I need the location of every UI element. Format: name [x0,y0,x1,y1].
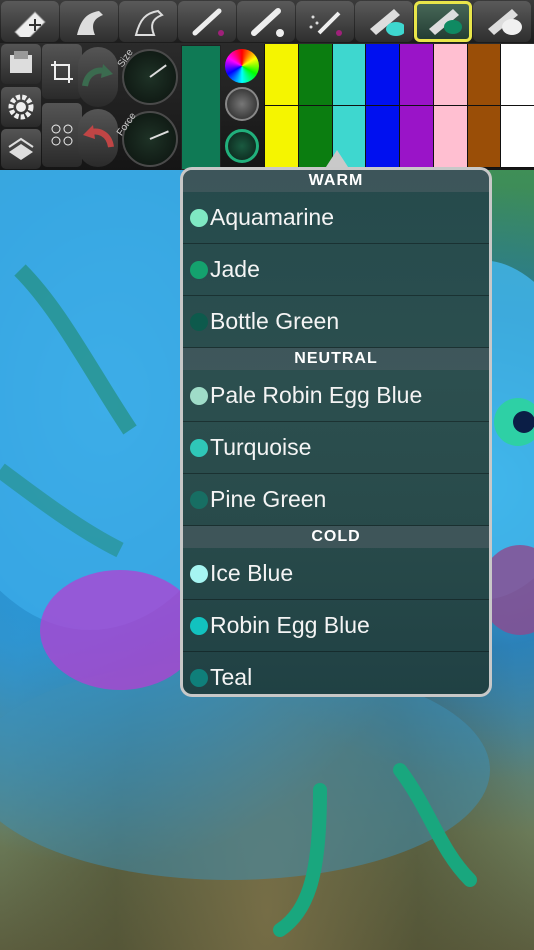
force-dial-needle [149,130,169,140]
color-item-bottle-green[interactable]: Bottle Green [183,296,489,348]
section-header-neutral: NEUTRAL [183,348,489,370]
color-name: Jade [210,256,260,282]
color-item-robin-egg-blue[interactable]: Robin Egg Blue [183,600,489,652]
color-dot [190,386,208,405]
palette-swatch[interactable] [433,44,467,106]
crop-icon[interactable] [42,44,82,99]
color-name: Pale Robin Egg Blue [210,382,423,408]
palette-swatch[interactable] [467,106,501,168]
color-item-ice-blue[interactable]: Ice Blue [183,548,489,600]
pencil-icon[interactable] [178,1,236,42]
size-dial-needle [149,64,167,78]
hue-wheel-icon[interactable] [225,49,259,83]
color-dot [190,564,208,583]
color-name: Turquoise [210,434,312,460]
gallery-icon[interactable] [1,44,41,84]
eraser-add-icon[interactable] [1,1,59,42]
color-name: Bottle Green [210,308,340,334]
color-dot [190,208,208,227]
color-item-pine-green[interactable]: Pine Green [183,474,489,526]
color-name: Pine Green [210,486,327,512]
palette-swatch[interactable] [366,106,399,168]
palette-swatch[interactable] [501,44,534,106]
color-dot [190,312,208,331]
color-dot [190,260,208,279]
smudge-hand-outline-icon[interactable] [119,1,177,42]
tool-bar [0,0,534,43]
section-header-cold: COLD [183,526,489,548]
color-name: Ice Blue [210,560,294,586]
color-item-pale-robin-egg-blue[interactable]: Pale Robin Egg Blue [183,370,489,422]
color-list: WARM Aquamarine Jade Bottle Green NEUTRA… [183,170,489,694]
color-picker-popup: WARM Aquamarine Jade Bottle Green NEUTRA… [180,167,492,697]
color-dot [190,668,208,687]
palette-column [399,44,433,168]
paint-brush-selected-icon[interactable] [414,1,472,42]
color-dot [190,490,208,509]
palette-swatch[interactable] [400,44,433,106]
palette-swatch[interactable] [501,106,534,168]
palette-swatch[interactable] [366,44,399,106]
blend-brush-icon[interactable] [473,1,531,42]
color-item-aquamarine[interactable]: Aquamarine [183,192,489,244]
undo-icon[interactable] [78,109,118,167]
palette-column [432,44,467,168]
palette-column [264,44,298,168]
smudge-hand-icon[interactable] [60,1,118,42]
settings-gear-icon[interactable] [1,87,41,127]
color-item-turquoise[interactable]: Turquoise [183,422,489,474]
palette-swatch[interactable] [332,44,366,106]
color-name: Aquamarine [210,204,335,230]
palette-swatch[interactable] [298,44,332,106]
color-name: Teal [210,664,253,690]
saturation-wheel-icon[interactable] [225,129,259,163]
palette-column [500,44,534,168]
brightness-wheel-icon[interactable] [225,87,259,121]
color-palette [264,44,534,168]
section-header-warm: WARM [183,170,489,192]
color-item-teal[interactable]: Teal [183,652,489,694]
palette-swatch[interactable] [265,44,298,106]
palette-swatch[interactable] [433,106,467,168]
color-name: Robin Egg Blue [210,612,370,638]
palette-swatch[interactable] [265,106,298,168]
spray-icon[interactable] [296,1,354,42]
brush-icon[interactable] [237,1,295,42]
marker-icon[interactable] [355,1,413,42]
redo-icon[interactable] [78,47,118,107]
palette-swatch[interactable] [467,44,501,106]
emoji-stamps-icon[interactable] [42,103,82,167]
palette-swatch[interactable] [400,106,433,168]
current-color-swatch[interactable] [181,45,221,170]
palette-column [466,44,501,168]
color-dot [190,616,208,635]
layers-icon[interactable] [1,129,41,169]
palette-column [365,44,399,168]
color-dot [190,438,208,457]
color-item-jade[interactable]: Jade [183,244,489,296]
